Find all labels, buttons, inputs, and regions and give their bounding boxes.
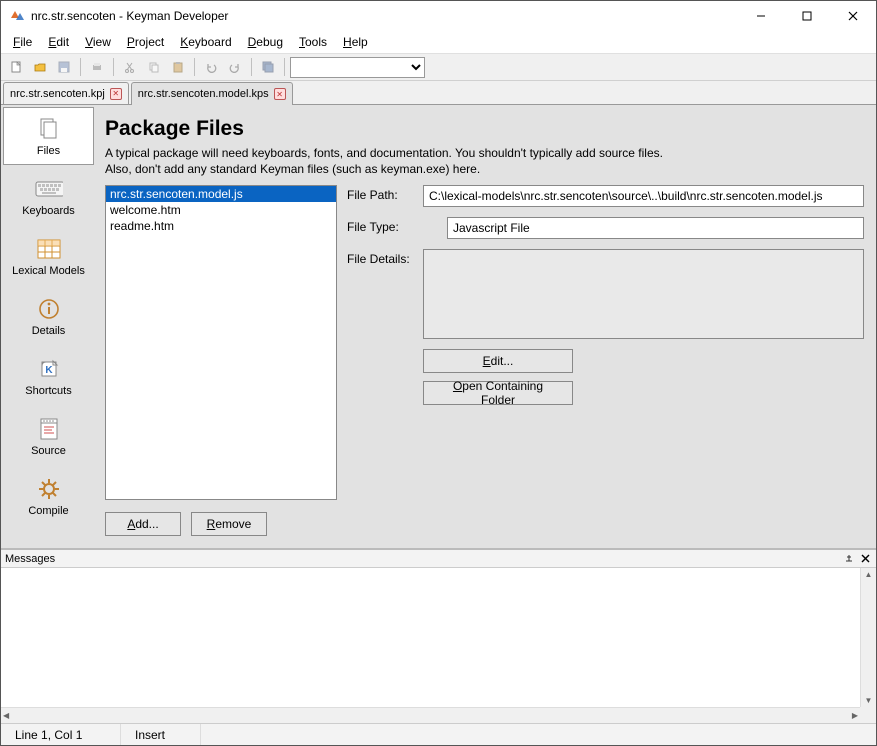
- horizontal-scrollbar[interactable]: ◀▶: [1, 707, 860, 723]
- status-position: Line 1, Col 1: [1, 724, 121, 745]
- svg-text:K: K: [45, 365, 53, 376]
- paste-icon[interactable]: [167, 56, 189, 78]
- menu-help[interactable]: Help: [335, 33, 376, 51]
- messages-title: Messages: [5, 553, 55, 565]
- nav-details[interactable]: Details: [3, 287, 94, 345]
- tab-label: nrc.str.sencoten.kpj: [10, 88, 105, 100]
- close-panel-icon[interactable]: [858, 552, 872, 566]
- messages-panel: Messages ▲▼ ◀▶: [1, 548, 876, 723]
- menu-view[interactable]: View: [77, 33, 119, 51]
- document-tabs: nrc.str.sencoten.kpj ✕ nrc.str.sencoten.…: [1, 81, 876, 105]
- shortcuts-icon: K: [35, 355, 63, 383]
- file-path-label: File Path:: [347, 185, 417, 202]
- nav-lexical-models[interactable]: Lexical Models: [3, 227, 94, 285]
- minimize-button[interactable]: [738, 1, 784, 31]
- menu-tools[interactable]: Tools: [291, 33, 335, 51]
- menubar: File Edit View Project Keyboard Debug To…: [1, 31, 876, 53]
- menu-project[interactable]: Project: [119, 33, 172, 51]
- open-file-icon[interactable]: [29, 56, 51, 78]
- redo-icon[interactable]: [224, 56, 246, 78]
- gear-icon: [35, 475, 63, 503]
- tab-kps[interactable]: nrc.str.sencoten.model.kps ✕: [131, 82, 293, 105]
- menu-debug[interactable]: Debug: [240, 33, 291, 51]
- file-path-field[interactable]: C:\lexical-models\nrc.str.sencoten\sourc…: [423, 185, 864, 207]
- nav-files[interactable]: Files: [3, 107, 94, 165]
- file-details-label: File Details:: [347, 249, 417, 266]
- tab-kpj[interactable]: nrc.str.sencoten.kpj ✕: [3, 82, 129, 104]
- copy-icon[interactable]: [143, 56, 165, 78]
- nav-source[interactable]: Source: [3, 407, 94, 465]
- page-description-line2: Also, don't add any standard Keyman file…: [105, 161, 864, 177]
- close-button[interactable]: [830, 1, 876, 31]
- window-title: nrc.str.sencoten - Keyman Developer: [31, 9, 738, 23]
- undo-icon[interactable]: [200, 56, 222, 78]
- info-icon: [35, 295, 63, 323]
- list-item[interactable]: nrc.str.sencoten.model.js: [106, 186, 336, 202]
- lexical-icon: [35, 235, 63, 263]
- app-icon: [9, 8, 25, 24]
- files-icon: [35, 115, 63, 143]
- close-icon[interactable]: ✕: [110, 88, 122, 100]
- nav-label: Keyboards: [22, 205, 75, 217]
- new-file-icon[interactable]: [5, 56, 27, 78]
- save-all-icon[interactable]: [257, 56, 279, 78]
- add-button[interactable]: Add...: [105, 512, 181, 536]
- tab-label: nrc.str.sencoten.model.kps: [138, 88, 269, 100]
- cut-icon[interactable]: [119, 56, 141, 78]
- list-item[interactable]: welcome.htm: [106, 202, 336, 218]
- source-icon: [35, 415, 63, 443]
- menu-keyboard[interactable]: Keyboard: [172, 33, 239, 51]
- keyboard-icon: [35, 175, 63, 203]
- side-nav: Files Keyboards Lexical Models Details K…: [1, 105, 97, 548]
- menu-edit[interactable]: Edit: [40, 33, 77, 51]
- page-description-line1: A typical package will need keyboards, f…: [105, 145, 864, 161]
- edit-button[interactable]: Edit...: [423, 349, 573, 373]
- nav-compile[interactable]: Compile: [3, 467, 94, 525]
- vertical-scrollbar[interactable]: ▲▼: [860, 568, 876, 707]
- file-list[interactable]: nrc.str.sencoten.model.js welcome.htm re…: [105, 185, 337, 500]
- content-area: Package Files A typical package will nee…: [97, 105, 876, 548]
- page-title: Package Files: [105, 117, 864, 141]
- nav-label: Shortcuts: [25, 385, 71, 397]
- print-icon[interactable]: [86, 56, 108, 78]
- nav-label: Details: [32, 325, 66, 337]
- pin-icon[interactable]: [842, 552, 856, 566]
- nav-label: Compile: [28, 505, 68, 517]
- save-icon[interactable]: [53, 56, 75, 78]
- toolbar: [1, 53, 876, 81]
- list-item[interactable]: readme.htm: [106, 218, 336, 234]
- nav-label: Lexical Models: [12, 265, 85, 277]
- file-type-label: File Type:: [347, 217, 417, 234]
- statusbar: Line 1, Col 1 Insert: [1, 723, 876, 745]
- open-containing-folder-button[interactable]: Open Containing Folder: [423, 381, 573, 405]
- titlebar: nrc.str.sencoten - Keyman Developer: [1, 1, 876, 31]
- maximize-button[interactable]: [784, 1, 830, 31]
- nav-label: Source: [31, 445, 66, 457]
- nav-shortcuts[interactable]: K Shortcuts: [3, 347, 94, 405]
- file-type-field: Javascript File: [447, 217, 864, 239]
- nav-keyboards[interactable]: Keyboards: [3, 167, 94, 225]
- file-details-box: [423, 249, 864, 339]
- menu-file[interactable]: File: [5, 33, 40, 51]
- messages-body[interactable]: ▲▼ ◀▶: [1, 568, 876, 723]
- close-icon[interactable]: ✕: [274, 88, 286, 100]
- remove-button[interactable]: Remove: [191, 512, 267, 536]
- configuration-dropdown[interactable]: [290, 57, 425, 78]
- status-mode: Insert: [121, 724, 201, 745]
- nav-label: Files: [37, 145, 60, 157]
